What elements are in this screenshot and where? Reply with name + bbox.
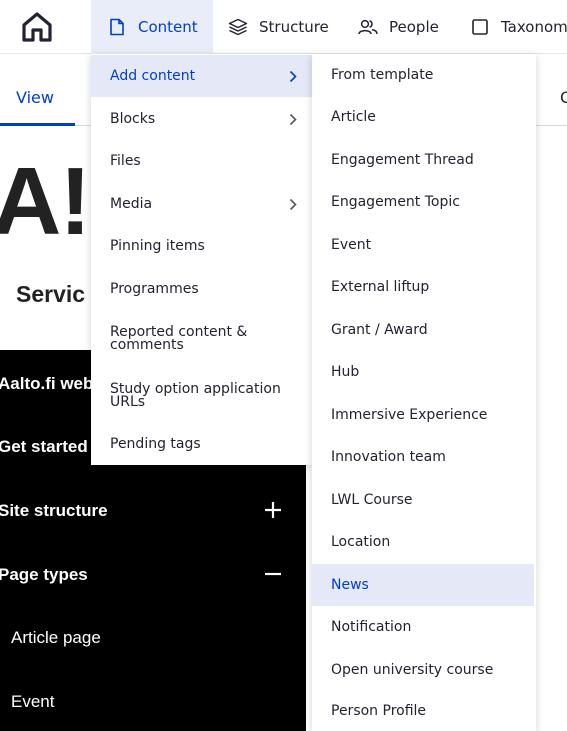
submenu-item-engagement-thread[interactable]: Engagement Thread	[312, 139, 534, 181]
side-nav-item-aalto-web[interactable]: Aalto.fi web	[0, 374, 93, 394]
menu-item-study-option-urls[interactable]: Study option application URLs	[91, 368, 312, 424]
submenu-item-person-profile[interactable]: Person Profile	[312, 691, 534, 731]
menu-item-programmes[interactable]: Programmes	[91, 268, 312, 310]
menu-item-label: Grant / Award	[331, 321, 428, 338]
menu-item-label: Notification	[331, 618, 412, 635]
menu-item-label: Programmes	[110, 280, 199, 297]
menu-item-label: External liftup	[331, 278, 430, 295]
menu-item-label: Article	[331, 108, 376, 125]
menu-item-label: Pending tags	[110, 436, 201, 452]
add-content-submenu: From template Article Engagement Thread …	[312, 54, 536, 731]
submenu-item-immersive-experience[interactable]: Immersive Experience	[312, 394, 534, 436]
plus-icon[interactable]	[262, 499, 284, 521]
square-icon	[470, 17, 490, 37]
toolbar-item-taxonomy[interactable]: Taxonomy	[470, 0, 567, 54]
document-icon	[107, 17, 127, 37]
menu-item-label: Engagement Topic	[331, 193, 460, 210]
menu-item-label: Pinning items	[110, 237, 205, 254]
menu-item-label: Location	[331, 533, 391, 550]
minus-icon[interactable]	[262, 563, 284, 585]
toolbar-item-label: Content	[138, 18, 198, 36]
menu-item-label: Engagement Thread	[331, 151, 474, 168]
menu-item-label: Innovation team	[331, 448, 446, 465]
submenu-item-event[interactable]: Event	[312, 224, 534, 266]
chevron-right-icon	[288, 69, 298, 83]
side-nav-item-site-structure[interactable]: Site structure	[0, 501, 108, 521]
menu-item-label: Study option application URLs	[110, 381, 281, 410]
side-nav-item-page-types[interactable]: Page types	[0, 565, 88, 585]
menu-item-add-content[interactable]: Add content	[91, 55, 312, 97]
menu-item-label: Hub	[331, 363, 360, 380]
menu-item-label: News	[331, 576, 369, 593]
menu-item-media[interactable]: Media	[91, 183, 312, 225]
content-menu: Add content Blocks Files Media Pinning i…	[91, 54, 312, 465]
menu-item-label: Event	[331, 236, 372, 253]
toolbar-item-label: Structure	[259, 18, 329, 36]
side-nav-subitem-article-page[interactable]: Article page	[11, 628, 101, 648]
menu-item-label: Add content	[110, 67, 196, 84]
menu-item-blocks[interactable]: Blocks	[91, 98, 312, 140]
submenu-item-notification[interactable]: Notification	[312, 606, 534, 648]
submenu-item-engagement-topic[interactable]: Engagement Topic	[312, 181, 534, 223]
toolbar-item-structure[interactable]: Structure	[228, 0, 329, 54]
submenu-item-open-university-course[interactable]: Open university course	[312, 649, 534, 691]
menu-item-label: Media	[110, 195, 153, 212]
menu-item-label: Open university course	[331, 661, 494, 678]
home-button[interactable]	[17, 8, 57, 46]
chevron-right-icon	[288, 112, 298, 126]
home-icon	[22, 12, 52, 42]
tab-fragment[interactable]: C	[560, 88, 567, 107]
submenu-item-hub[interactable]: Hub	[312, 351, 534, 393]
submenu-item-innovation-team[interactable]: Innovation team	[312, 436, 534, 478]
page-subtitle: Servic	[16, 281, 86, 307]
active-tab-indicator	[0, 123, 75, 126]
submenu-item-news[interactable]: News	[312, 564, 534, 606]
submenu-item-external-liftup[interactable]: External liftup	[312, 266, 534, 308]
menu-item-label: Files	[110, 152, 141, 169]
menu-item-pending-tags[interactable]: Pending tags	[91, 424, 312, 465]
page-title: A!	[0, 148, 91, 255]
toolbar-item-label: Taxonomy	[501, 18, 567, 36]
menu-item-label: LWL Course	[331, 491, 413, 508]
toolbar-item-content[interactable]: Content	[91, 0, 213, 54]
submenu-item-lwl-course[interactable]: LWL Course	[312, 479, 534, 521]
menu-item-label: Blocks	[110, 110, 156, 127]
layers-icon	[228, 17, 248, 37]
menu-item-label: From template	[331, 66, 434, 83]
menu-item-label: Immersive Experience	[331, 406, 488, 423]
side-nav-item-get-started[interactable]: Get started	[0, 437, 88, 457]
submenu-item-grant-award[interactable]: Grant / Award	[312, 309, 534, 351]
menu-item-pinning-items[interactable]: Pinning items	[91, 225, 312, 267]
submenu-item-article[interactable]: Article	[312, 96, 534, 138]
menu-item-label: Reported content & comments	[110, 324, 248, 353]
menu-item-reported-content[interactable]: Reported content & comments	[91, 310, 312, 368]
tab-view[interactable]: View	[16, 88, 54, 107]
menu-item-files[interactable]: Files	[91, 140, 312, 182]
people-icon	[358, 17, 378, 37]
toolbar-item-label: People	[389, 18, 439, 36]
side-nav-subitem-event[interactable]: Event	[11, 692, 54, 712]
toolbar-item-people[interactable]: People	[358, 0, 439, 54]
submenu-item-location[interactable]: Location	[312, 521, 534, 563]
admin-toolbar: Content Structure People Taxonom	[0, 0, 567, 54]
submenu-item-from-template[interactable]: From template	[312, 54, 534, 96]
menu-item-label: Person Profile	[331, 702, 427, 719]
chevron-right-icon	[288, 197, 298, 211]
